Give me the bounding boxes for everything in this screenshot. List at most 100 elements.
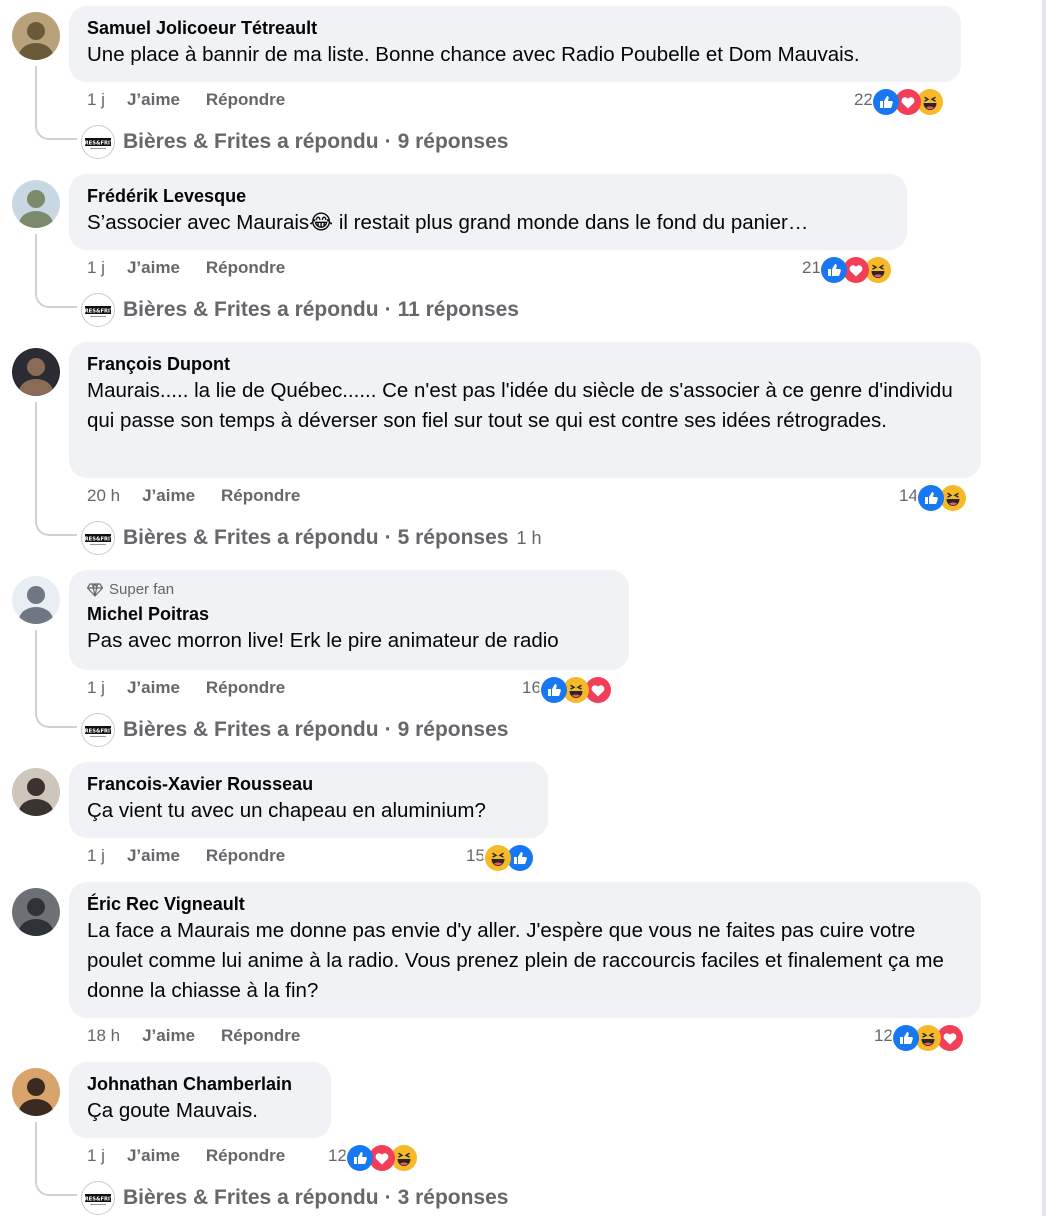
svg-text:BIÈRES&FRITES: BIÈRES&FRITES <box>82 138 114 146</box>
comment-timestamp[interactable]: 1 j <box>87 90 105 110</box>
comment-actions: 1 j J’aime Répondre <box>87 87 285 113</box>
reaction-summary[interactable]: 21 <box>802 254 891 283</box>
comment-author[interactable]: Johnathan Chamberlain <box>87 1072 313 1096</box>
like-icon <box>915 483 944 511</box>
avatar[interactable] <box>12 348 60 396</box>
like-button[interactable]: J’aime <box>127 258 180 278</box>
replied-label[interactable]: Bières & Frites a répondu <box>123 718 379 742</box>
svg-text:BIÈRES&FRITES: BIÈRES&FRITES <box>82 306 114 314</box>
like-button[interactable]: J’aime <box>127 1146 180 1166</box>
comment-bubble: Éric Rec Vigneault La face a Maurais me d… <box>69 882 981 1018</box>
comment-actions: 1 j J’aime Répondre <box>87 843 285 869</box>
thread-connector <box>35 512 77 536</box>
comment-author[interactable]: Frédérik Levesque <box>87 184 889 208</box>
reply-count[interactable]: 9 réponses <box>398 718 509 742</box>
comment-author[interactable]: Francois-Xavier Rousseau <box>87 772 530 796</box>
comment-author[interactable]: Samuel Jolicoeur Tétreault <box>87 16 943 40</box>
reply-count[interactable]: 9 réponses <box>398 130 509 154</box>
reply-button[interactable]: Répondre <box>206 1146 285 1166</box>
view-replies-link[interactable]: BIÈRES&FRITES Bières & Frites a répondu· 9… <box>81 713 508 747</box>
reply-count[interactable]: 5 réponses <box>398 526 509 550</box>
superfan-badge: Super fan <box>87 580 611 600</box>
reaction-summary[interactable]: 12 <box>874 1022 963 1051</box>
like-icon <box>344 1143 373 1171</box>
like-icon <box>538 675 567 703</box>
comment-author[interactable]: Éric Rec Vigneault <box>87 892 963 916</box>
comment-actions: 18 h J’aime Répondre <box>87 1023 300 1049</box>
avatar[interactable] <box>12 180 60 228</box>
avatar[interactable] <box>12 576 60 624</box>
svg-text:BIÈRES&FRITES: BIÈRES&FRITES <box>82 534 114 542</box>
separator: · <box>384 526 392 549</box>
reply-count[interactable]: 11 réponses <box>398 298 519 322</box>
reply-button[interactable]: Répondre <box>221 1026 300 1046</box>
reaction-summary[interactable]: 16 <box>522 674 611 703</box>
replied-label[interactable]: Bières & Frites a répondu <box>123 1186 379 1210</box>
like-button[interactable]: J’aime <box>142 1026 195 1046</box>
like-icon <box>818 255 847 283</box>
thread-connector <box>35 284 77 308</box>
reaction-summary[interactable]: 22 <box>854 86 943 115</box>
comment-timestamp[interactable]: 20 h <box>87 486 120 506</box>
view-replies-link[interactable]: BIÈRES&FRITES Bières & Frites a répondu· 5… <box>81 521 542 555</box>
page-logo: BIÈRES&FRITES <box>81 1181 115 1215</box>
reply-button[interactable]: Répondre <box>206 678 285 698</box>
reaction-summary[interactable]: 12 <box>328 1142 417 1171</box>
avatar[interactable] <box>12 1068 60 1116</box>
comment-text: Une place à bannir de ma liste. Bonne ch… <box>87 43 860 66</box>
like-button[interactable]: J’aime <box>127 678 180 698</box>
comment-author[interactable]: François Dupont <box>87 352 963 376</box>
separator: · <box>384 1186 392 1209</box>
thread-connector <box>35 116 77 140</box>
avatar[interactable] <box>12 12 60 60</box>
like-button[interactable]: J’aime <box>127 846 180 866</box>
comment-timestamp[interactable]: 1 j <box>87 258 105 278</box>
view-replies-link[interactable]: BIÈRES&FRITES Bières & Frites a répondu· 3… <box>81 1181 508 1215</box>
thread-connector <box>35 1172 77 1196</box>
reply-button[interactable]: Répondre <box>206 90 285 110</box>
comment-text: Maurais..... la lie de Québec...... Ce n… <box>87 379 953 432</box>
thread-line <box>35 402 37 512</box>
replied-label[interactable]: Bières & Frites a répondu <box>123 526 379 550</box>
avatar[interactable] <box>12 768 60 816</box>
reaction-summary[interactable]: 14 <box>899 482 966 511</box>
comment-timestamp[interactable]: 1 j <box>87 1146 105 1166</box>
replied-label[interactable]: Bières & Frites a répondu <box>123 130 379 154</box>
comment-text: Ça vient tu avec un chapeau en aluminium… <box>87 799 486 822</box>
page-logo: BIÈRES&FRITES <box>81 521 115 555</box>
comment-text: Pas avec morron live! Erk le pire animat… <box>87 629 559 652</box>
comment-text: S’associer avec Maurais😂 il restait plus… <box>87 211 809 234</box>
comment-actions: 20 h J’aime Répondre <box>87 483 300 509</box>
view-replies-link[interactable]: BIÈRES&FRITES Bières & Frites a répondu· 9… <box>81 125 508 159</box>
replied-label[interactable]: Bières & Frites a répondu <box>123 298 379 322</box>
like-button[interactable]: J’aime <box>127 90 180 110</box>
svg-text:BIÈRES&FRITES: BIÈRES&FRITES <box>82 726 114 734</box>
comment-timestamp[interactable]: 18 h <box>87 1026 120 1046</box>
haha-icon <box>482 843 511 871</box>
comment-bubble: Johnathan Chamberlain Ça goute Mauvais. <box>69 1062 331 1138</box>
thread-line <box>35 1122 37 1172</box>
avatar[interactable] <box>12 888 60 936</box>
thread-line <box>35 234 37 284</box>
comment-timestamp[interactable]: 1 j <box>87 678 105 698</box>
comment-feed: Samuel Jolicoeur Tétreault Une place à ba… <box>0 0 1046 1216</box>
scroll-edge <box>1042 0 1046 1216</box>
comment-author[interactable]: Michel Poitras <box>87 602 611 626</box>
comment-bubble: Frédérik Levesque S’associer avec Maurais… <box>69 174 907 250</box>
comment-text: La face a Maurais me donne pas envie d'y… <box>87 919 944 1002</box>
comment-actions: 1 j J’aime Répondre <box>87 1143 285 1169</box>
page-logo: BIÈRES&FRITES <box>81 293 115 327</box>
reply-button[interactable]: Répondre <box>206 258 285 278</box>
comment-timestamp[interactable]: 1 j <box>87 846 105 866</box>
comment-actions: 1 j J’aime Répondre <box>87 675 285 701</box>
superfan-label: Super fan <box>109 581 175 598</box>
reply-button[interactable]: Répondre <box>206 846 285 866</box>
view-replies-link[interactable]: BIÈRES&FRITES Bières & Frites a répondu· 1… <box>81 293 519 327</box>
page-logo: BIÈRES&FRITES <box>81 713 115 747</box>
reaction-summary[interactable]: 15 <box>466 842 533 871</box>
diamond-icon <box>87 583 103 597</box>
comment-bubble: François Dupont Maurais..... la lie de Qu… <box>69 342 981 478</box>
reply-button[interactable]: Répondre <box>221 486 300 506</box>
reply-count[interactable]: 3 réponses <box>398 1186 509 1210</box>
like-button[interactable]: J’aime <box>142 486 195 506</box>
